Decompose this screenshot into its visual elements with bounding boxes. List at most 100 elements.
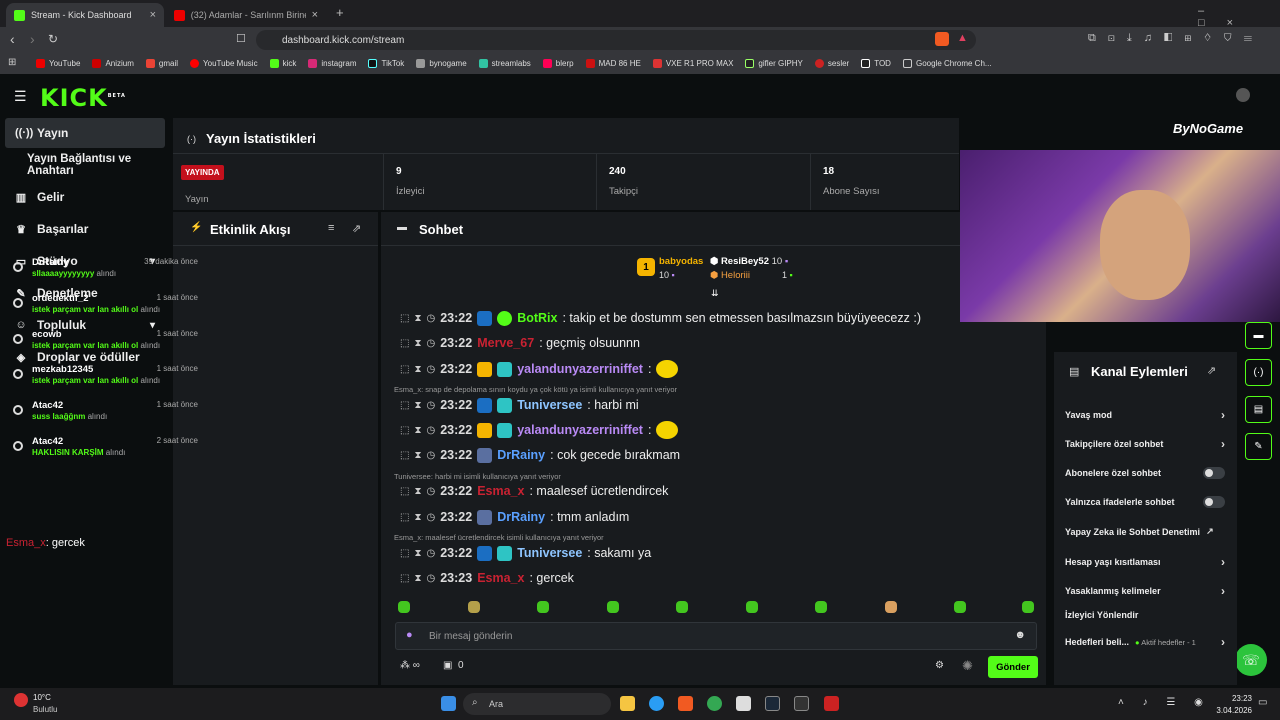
bookmark-instagram[interactable]: instagram: [308, 59, 356, 68]
action-account-age[interactable]: Hesap yaşı kısıtlaması ›: [1065, 555, 1225, 569]
action-redirect-viewers[interactable]: İzleyici Yönlendir: [1065, 610, 1225, 620]
chat-toggle-button[interactable]: ▬: [1245, 322, 1272, 349]
emote-icon[interactable]: [746, 601, 758, 613]
send-button[interactable]: Gönder: [988, 656, 1038, 678]
filter-icon[interactable]: ≡: [328, 222, 334, 234]
expand-icon[interactable]: ⇊: [711, 288, 719, 299]
chat-message[interactable]: ⬚ ⧗ ◷ 23:22 DrRainy: cok gecede bırakmam: [400, 446, 680, 464]
action-goals[interactable]: Hedefleri beli... ● Aktif hedefler - 1 ›: [1065, 635, 1225, 649]
emote-icon[interactable]: [398, 601, 410, 613]
emote-icon[interactable]: [537, 601, 549, 613]
chat-message[interactable]: ⬚ ⧗ ◷ 23:22 Tuniversee: harbi mi: [400, 396, 639, 414]
action-emotes-only[interactable]: Yalnızca ifadelerle sohbet: [1065, 496, 1225, 508]
bookmark-folder[interactable]: Google Chrome Ch...: [902, 59, 992, 68]
sidebar-item-yayin[interactable]: ((·)) Yayın: [5, 118, 165, 148]
emoji-icon[interactable]: ☻: [1014, 629, 1026, 641]
taskbar-search[interactable]: ⌕ Ara: [463, 693, 611, 715]
bookmark-tod[interactable]: TOD: [861, 59, 891, 68]
bookmark-youtube-music[interactable]: YouTube Music: [190, 59, 258, 68]
notification-icon[interactable]: ▭: [1258, 697, 1267, 708]
clock-date[interactable]: 3.04.2026: [1210, 706, 1252, 715]
chat-message[interactable]: ⬚ ⧗ ◷ 23:22 Esma_x: maalesef ücretlendircek: [400, 482, 668, 500]
action-followers-only[interactable]: Takipçilere özel sohbet ›: [1065, 437, 1225, 451]
app-icon[interactable]: [824, 696, 839, 711]
action-slow-mode[interactable]: Yavaş mod ›: [1065, 408, 1225, 422]
sidebar-item-basarilar[interactable]: ♛ Başarılar: [5, 214, 165, 244]
menu-icon[interactable]: ☰: [14, 88, 27, 105]
bookmark-kick[interactable]: kick: [269, 59, 296, 68]
emote-icon[interactable]: [468, 601, 480, 613]
new-tab-icon[interactable]: +: [336, 5, 344, 20]
edge-icon[interactable]: [649, 696, 664, 711]
popout-icon[interactable]: ⇗: [1207, 364, 1216, 377]
toggle-switch[interactable]: [1203, 467, 1225, 479]
brave-icon[interactable]: [678, 696, 693, 711]
close-icon[interactable]: ×: [312, 9, 318, 21]
chat-message[interactable]: ⬚ ⧗ ◷ 23:22 yalandunyazerriniffet:: [400, 421, 679, 439]
reload-icon[interactable]: ↻: [48, 32, 58, 46]
back-icon[interactable]: ‹: [10, 31, 15, 47]
bookmark-sesler[interactable]: sesler: [814, 59, 849, 68]
bookmark-vxe[interactable]: VXE R1 PRO MAX: [652, 59, 733, 68]
bookmark-giphy[interactable]: gifler GIPHY: [745, 59, 803, 68]
bookmark-icon[interactable]: ☐: [236, 32, 246, 45]
close-icon[interactable]: ×: [150, 9, 156, 21]
points-infinity-icon[interactable]: ⁂ ∞: [400, 660, 420, 671]
browser-tab-youtube[interactable]: (32) Adamlar - Sarılınm Birine - Y ×: [166, 3, 326, 27]
store-icon[interactable]: [736, 696, 751, 711]
bookmark-tiktok[interactable]: TikTok: [368, 59, 404, 68]
chat-message-input[interactable]: ● Bir mesaj gönderin ☻: [395, 622, 1037, 650]
action-subscribers-only[interactable]: Abonelere özel sohbet: [1065, 467, 1225, 479]
bookmark-youtube[interactable]: YouTube: [36, 59, 80, 68]
file-explorer-icon[interactable]: [620, 696, 635, 711]
bookmark-bynogame[interactable]: bynogame: [416, 59, 467, 68]
bookmark-anizium[interactable]: Anizium: [92, 59, 134, 68]
chat-message[interactable]: ⬚ ⧗ ◷ 23:22 DrRainy: tmm anladım: [400, 508, 629, 526]
bookmark-mad86[interactable]: MAD 86 HE: [585, 59, 641, 68]
bookmark-gmail[interactable]: gmail: [145, 59, 178, 68]
avatar[interactable]: [1236, 88, 1250, 102]
toggle-switch[interactable]: [1203, 496, 1225, 508]
emote-icon[interactable]: [607, 601, 619, 613]
broadcast-toggle-button[interactable]: (·): [1245, 359, 1272, 386]
leader-name[interactable]: babyodas: [659, 256, 703, 267]
extension-icons[interactable]: ⧉⊡⤓♫◧⊞♢⛉☰: [1088, 32, 1264, 45]
chat-message[interactable]: ⬚ ⧗ ◷ 23:22 BotRix: takip et be dostumm sen …: [400, 309, 921, 327]
forward-icon[interactable]: ›: [30, 31, 35, 47]
mod-tools-button[interactable]: ✎: [1245, 433, 1272, 460]
popout-icon[interactable]: ⇗: [352, 222, 361, 235]
kick-logo[interactable]: KICKBETA: [40, 84, 126, 112]
emote-icon[interactable]: [1022, 601, 1034, 613]
emote-icon[interactable]: [885, 601, 897, 613]
chat-message[interactable]: ⬚ ⧗ ◷ 23:22 Merve_67: geçmiş olsuunnn: [400, 334, 640, 352]
leader-row[interactable]: ⬢ Heloriii: [710, 270, 750, 281]
chat-message[interactable]: ⬚ ⧗ ◷ 23:22 yalandunyazerriniffet:: [400, 360, 679, 378]
emote-icon[interactable]: [815, 601, 827, 613]
action-ai-moderation[interactable]: Yapay Zeka ile Sohbet Denetimi ↗: [1065, 526, 1225, 537]
microphone-icon[interactable]: ●: [406, 629, 413, 641]
sidebar-item-gelir[interactable]: ▥ Gelir: [5, 182, 165, 212]
chrome-icon[interactable]: [707, 696, 722, 711]
emote-icon[interactable]: [676, 601, 688, 613]
points-display[interactable]: ▣ 0: [443, 660, 464, 671]
system-tray-icons[interactable]: ˄ ♪ ☰ ◉: [1118, 697, 1211, 708]
bookmark-streamlabs[interactable]: streamlabs: [478, 59, 531, 68]
chat-message[interactable]: ⬚ ⧗ ◷ 23:22 Tuniversee: sakamı ya: [400, 544, 651, 562]
browser-tab-kick[interactable]: Stream - Kick Dashboard ×: [6, 3, 164, 27]
apps-grid-icon[interactable]: ⊞: [8, 57, 16, 68]
sidebar-item-stream-key[interactable]: Yayın Bağlantısı ve Anahtarı: [5, 150, 165, 180]
settings-icon[interactable]: ⚙: [935, 660, 944, 671]
chat-message[interactable]: ⬚ ⧗ ◷ 23:23 Esma_x: gercek: [400, 569, 574, 587]
steam-icon[interactable]: [765, 696, 780, 711]
action-banned-words[interactable]: Yasaklanmış kelimeler ›: [1065, 584, 1225, 598]
support-button[interactable]: ☏: [1235, 644, 1267, 676]
clock-time[interactable]: 23:23: [1218, 694, 1252, 703]
gear-icon[interactable]: ✺: [962, 658, 973, 674]
window-controls[interactable]: –□×: [1198, 5, 1280, 29]
bookmark-blerp[interactable]: blerp: [542, 59, 574, 68]
layout-toggle-button[interactable]: ▤: [1245, 396, 1272, 423]
brave-shield-icon[interactable]: [935, 32, 949, 46]
emote-icon[interactable]: [954, 601, 966, 613]
epic-icon[interactable]: [794, 696, 809, 711]
leader-row[interactable]: ⬢ ResiBey52 10 ▪: [710, 256, 788, 267]
